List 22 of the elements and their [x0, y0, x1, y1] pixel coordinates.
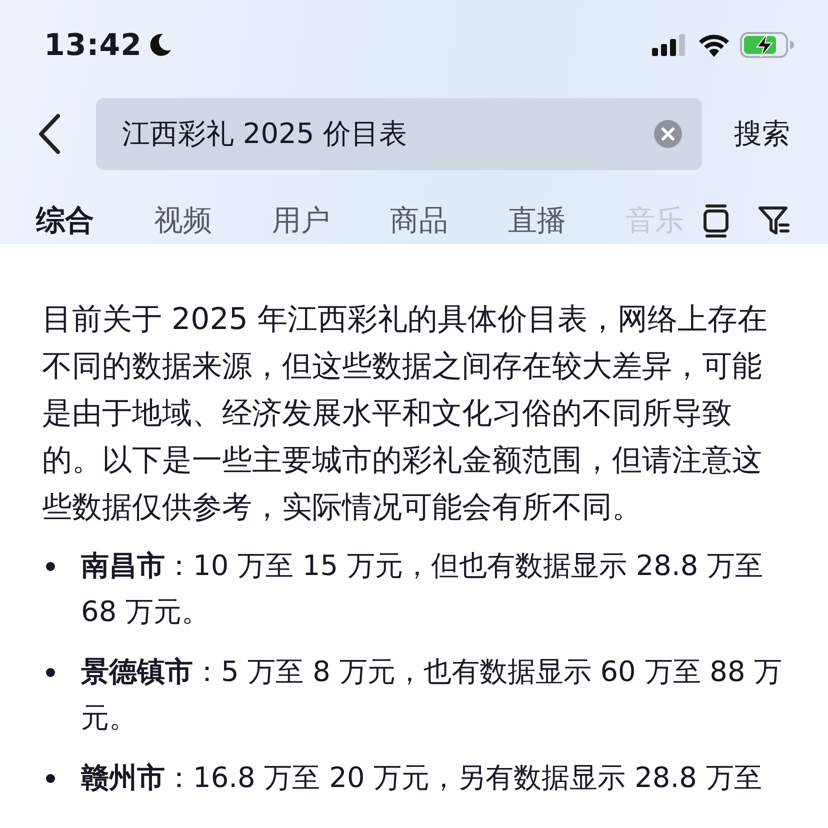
- bullet-icon: [46, 562, 55, 571]
- moon-icon: [150, 33, 172, 57]
- list-item-text: 南昌市：10 万至 15 万元，但也有数据显示 28.8 万至 68 万元。: [81, 548, 764, 630]
- tab[interactable]: 用户: [272, 201, 390, 241]
- filter-icon[interactable]: [758, 205, 790, 237]
- bullet-icon: [46, 774, 55, 783]
- search-field[interactable]: 江西彩礼 2025 价目表: [96, 98, 702, 170]
- tab[interactable]: 视频: [154, 201, 272, 241]
- search-button[interactable]: 搜索: [734, 115, 790, 153]
- clear-icon[interactable]: [654, 120, 682, 148]
- tab[interactable]: 商品: [390, 201, 508, 241]
- battery-icon: [740, 32, 794, 58]
- wifi-icon: [698, 33, 730, 57]
- tab[interactable]: 综合: [36, 201, 154, 241]
- list-item-text: 赣州市：16.8 万至 20 万元，另有数据显示 28.8 万至: [81, 760, 763, 796]
- bullet-icon: [46, 668, 55, 677]
- answer-paragraph: 目前关于 2025 年江西彩礼的具体价目表，网络上存在不同的数据来源，但这些数据之间存在较大差异，可能是由于地域、经济发展水平和文化习俗的不同所导致的。以下是一些主要城市的彩礼金额范围，但请注意这些数据仅供参考，实际情况可能会有所不同。: [42, 301, 768, 527]
- status-time: 13:42: [44, 28, 142, 62]
- layout-icon[interactable]: [702, 204, 730, 238]
- list-item-text: 景德镇市：5 万至 8 万元，也有数据显示 60 万至 88 万元。: [81, 654, 784, 736]
- signal-icon: [652, 34, 688, 56]
- tab[interactable]: 直播: [508, 201, 626, 241]
